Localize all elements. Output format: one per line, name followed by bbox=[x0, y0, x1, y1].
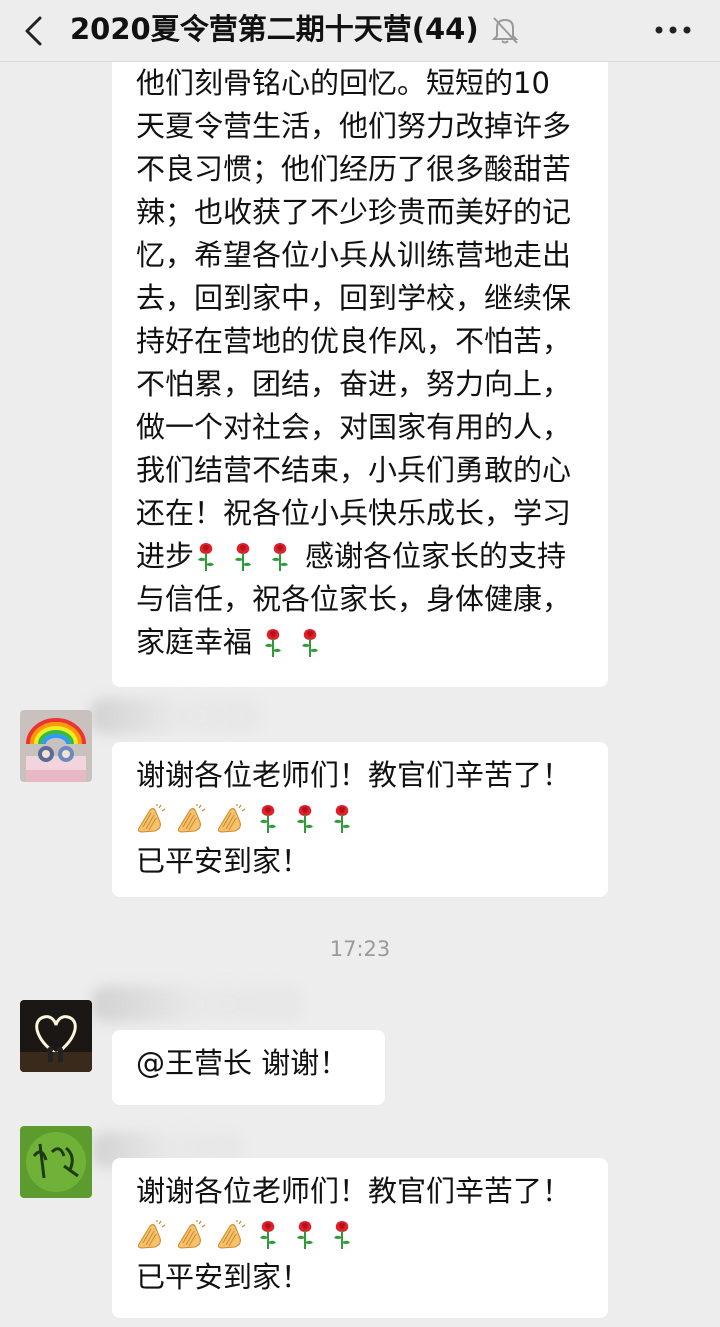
message-line: 谢谢各位老师们！教官们辛苦了！ bbox=[136, 1174, 572, 1208]
message-line: 与信任，祝各位家长，身体健康， bbox=[136, 582, 572, 616]
ellipsis-icon bbox=[655, 26, 691, 34]
message-line: 持好在营地的优良作风，不怕苦， bbox=[136, 324, 572, 358]
message-text: 进步 bbox=[136, 539, 195, 573]
message-line: 辣；也收获了不少珍贵而美好的记 bbox=[136, 195, 572, 229]
emoji-line bbox=[136, 1213, 590, 1256]
message-bubble[interactable]: 谢谢各位老师们！教官们辛苦了！ 已平安到家！ bbox=[112, 1158, 608, 1318]
message-line: 做一个对社会，对国家有用的人， bbox=[136, 410, 572, 444]
clap-emoji bbox=[216, 804, 246, 834]
rose-emoji bbox=[261, 628, 285, 658]
rose-emoji bbox=[330, 1220, 354, 1250]
rose-emoji bbox=[256, 1220, 280, 1250]
message-line: 已平安到家！ bbox=[136, 1260, 311, 1294]
message-line: 家庭幸福 bbox=[136, 621, 590, 664]
back-button[interactable] bbox=[18, 12, 54, 50]
message-line: 我们结营不结束，小兵们勇敢的心 bbox=[136, 453, 572, 487]
chat-title: 2020夏令营第二期十天营(44) bbox=[70, 12, 479, 46]
rose-emoji bbox=[194, 542, 218, 572]
avatar[interactable] bbox=[20, 710, 92, 782]
chat-header: 2020夏令营第二期十天营(44) bbox=[0, 0, 720, 62]
rose-emoji bbox=[298, 628, 322, 658]
message-bubble[interactable]: @王营长 谢谢！ bbox=[112, 1030, 385, 1105]
message-bubble[interactable]: 他们刻骨铭心的回忆。短短的10 天夏令营生活，他们努力改掉许多 不良习惯；他们经… bbox=[112, 62, 608, 687]
clap-emoji bbox=[136, 1220, 166, 1250]
clap-emoji bbox=[136, 804, 166, 834]
rose-emoji bbox=[293, 804, 317, 834]
rose-emoji bbox=[256, 804, 280, 834]
message-line: 他们刻骨铭心的回忆。短短的10 bbox=[136, 66, 550, 100]
message-line: 不怕累，团结，奋进，努力向上， bbox=[136, 367, 572, 401]
avatar[interactable] bbox=[20, 1126, 92, 1198]
message-line: 谢谢各位老师们！教官们辛苦了！ bbox=[136, 758, 572, 792]
message-list[interactable]: 他们刻骨铭心的回忆。短短的10 天夏令营生活，他们努力改掉许多 不良习惯；他们经… bbox=[0, 62, 720, 1327]
message-line: 去，回到家中，回到学校，继续保 bbox=[136, 281, 572, 315]
timestamp: 17:23 bbox=[329, 937, 391, 961]
rose-emoji bbox=[293, 1220, 317, 1250]
sender-name-blurred bbox=[92, 986, 302, 1022]
rose-emoji bbox=[231, 542, 255, 572]
message-bubble[interactable]: 谢谢各位老师们！教官们辛苦了！ 已平安到家！ bbox=[112, 742, 608, 897]
message-text: 感谢各位家长的支持 bbox=[305, 539, 567, 573]
message-line: @王营长 谢谢！ bbox=[136, 1046, 349, 1080]
message-text: 家庭幸福 bbox=[136, 625, 253, 659]
bell-off-icon bbox=[490, 14, 520, 46]
clap-emoji bbox=[176, 1220, 206, 1250]
message-line: 天夏令营生活，他们努力改掉许多 bbox=[136, 109, 572, 143]
message-line: 忆，希望各位小兵从训练营地走出 bbox=[136, 238, 572, 272]
chevron-left-icon bbox=[25, 16, 42, 46]
rose-emoji bbox=[330, 804, 354, 834]
clap-emoji bbox=[176, 804, 206, 834]
message-line: 还在！祝各位小兵快乐成长，学习 bbox=[136, 496, 572, 530]
sender-name-blurred bbox=[90, 698, 260, 734]
message-line: 已平安到家！ bbox=[136, 844, 311, 878]
message-line: 不良习惯；他们经历了很多酸甜苦 bbox=[136, 152, 572, 186]
emoji-line bbox=[136, 797, 590, 840]
more-button[interactable] bbox=[652, 14, 694, 46]
message-line: 进步 感谢各位家长的支持 bbox=[136, 535, 590, 578]
clap-emoji bbox=[216, 1220, 246, 1250]
avatar[interactable] bbox=[20, 1000, 92, 1072]
rose-emoji bbox=[268, 542, 292, 572]
